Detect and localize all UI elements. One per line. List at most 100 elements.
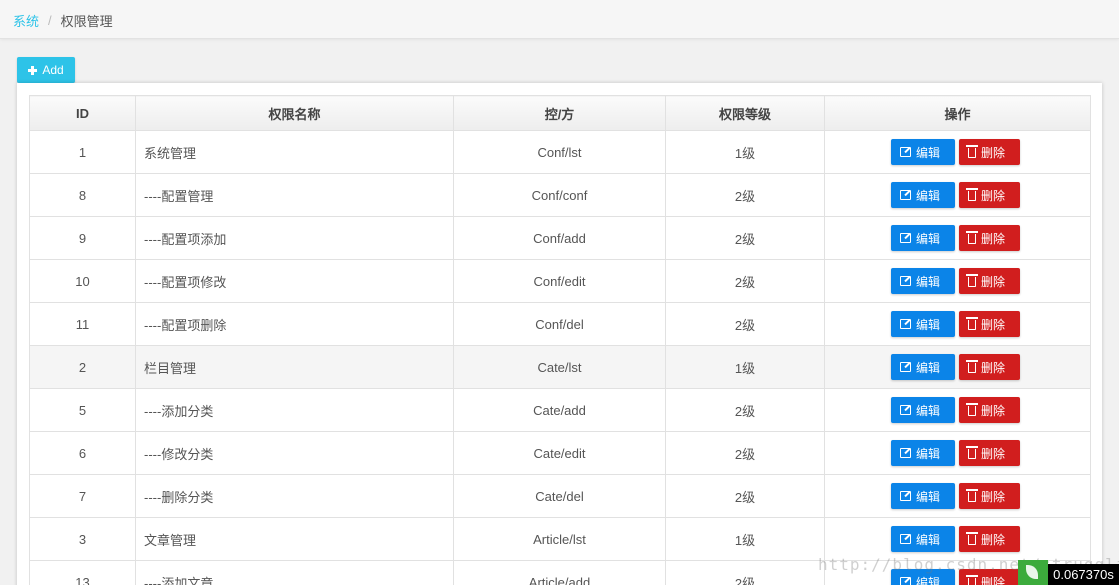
edit-button-label: 编辑 — [916, 446, 941, 461]
delete-button[interactable]: 删除 — [959, 182, 1020, 208]
column-header-level: 权限等级 — [665, 95, 825, 131]
edit-button[interactable]: 编辑 — [891, 440, 955, 466]
cell-name: 文章管理 — [135, 517, 454, 561]
cell-level: 2级 — [665, 388, 825, 432]
permission-panel: ID 权限名称 控/方 权限等级 操作 1 系统管理 Conf/lst 1级 编辑 删除 8… — [17, 83, 1102, 585]
delete-button[interactable]: 删除 — [959, 440, 1020, 466]
table-row: 10 ----配置项修改 Conf/edit 2级 编辑 删除 — [29, 259, 1091, 303]
edit-icon — [900, 534, 911, 544]
row-actions: 编辑 删除 — [821, 483, 1090, 509]
add-button-label: Add — [42, 63, 64, 77]
cell-actions: 编辑 删除 — [824, 173, 1091, 217]
cell-actions: 编辑 删除 — [824, 216, 1091, 260]
delete-button-label: 删除 — [981, 403, 1006, 418]
edit-icon — [900, 362, 911, 372]
row-actions: 编辑 删除 — [821, 440, 1090, 466]
delete-button-label: 删除 — [981, 231, 1006, 246]
trash-icon — [966, 446, 978, 459]
cell-actions: 编辑 删除 — [824, 431, 1091, 475]
edit-button-label: 编辑 — [916, 188, 941, 203]
breadcrumb: 系统 / 权限管理 — [13, 11, 113, 30]
cell-id: 6 — [29, 431, 136, 475]
cell-id: 11 — [29, 302, 136, 346]
row-actions: 编辑 删除 — [821, 397, 1090, 423]
edit-button[interactable]: 编辑 — [891, 225, 955, 251]
delete-button-label: 删除 — [981, 575, 1006, 585]
edit-icon — [900, 147, 911, 157]
cell-name: ----配置管理 — [135, 173, 454, 217]
row-actions: 编辑 删除 — [821, 354, 1090, 380]
cell-name: ----添加文章 — [135, 560, 454, 585]
trash-icon — [966, 360, 978, 373]
table-row: 8 ----配置管理 Conf/conf 2级 编辑 删除 — [29, 173, 1091, 217]
cell-level: 2级 — [665, 173, 825, 217]
cell-actions: 编辑 删除 — [824, 259, 1091, 303]
permission-table: ID 权限名称 控/方 权限等级 操作 1 系统管理 Conf/lst 1级 编辑 删除 8… — [29, 95, 1091, 585]
row-actions: 编辑 删除 — [821, 311, 1090, 337]
cell-route: Cate/edit — [453, 431, 666, 475]
delete-button-label: 删除 — [981, 188, 1006, 203]
table-row: 5 ----添加分类 Cate/add 2级 编辑 删除 — [29, 388, 1091, 432]
cell-actions: 编辑 删除 — [824, 474, 1091, 518]
trash-icon — [966, 231, 978, 244]
table-row: 6 ----修改分类 Cate/edit 2级 编辑 删除 — [29, 431, 1091, 475]
edit-button[interactable]: 编辑 — [891, 182, 955, 208]
edit-button[interactable]: 编辑 — [891, 311, 955, 337]
edit-button[interactable]: 编辑 — [891, 526, 955, 552]
trash-icon — [966, 274, 978, 287]
trash-icon — [966, 145, 978, 158]
edit-button[interactable]: 编辑 — [891, 139, 955, 165]
cell-route: Article/add — [453, 560, 666, 585]
cell-id: 10 — [29, 259, 136, 303]
column-header-route: 控/方 — [453, 95, 666, 131]
delete-button[interactable]: 删除 — [959, 397, 1020, 423]
edit-button[interactable]: 编辑 — [891, 483, 955, 509]
delete-button[interactable]: 删除 — [959, 483, 1020, 509]
delete-button[interactable]: 删除 — [959, 139, 1020, 165]
delete-button-label: 删除 — [981, 446, 1006, 461]
edit-button-label: 编辑 — [916, 489, 941, 504]
cell-id: 5 — [29, 388, 136, 432]
trash-icon — [966, 489, 978, 502]
trash-icon — [966, 532, 978, 545]
cell-route: Conf/edit — [453, 259, 666, 303]
table-row: 11 ----配置项删除 Conf/del 2级 编辑 删除 — [29, 302, 1091, 346]
table-body: 1 系统管理 Conf/lst 1级 编辑 删除 8 ----配置管理 Conf/conf 2级编… — [29, 130, 1091, 585]
edit-button-label: 编辑 — [916, 403, 941, 418]
delete-button-label: 删除 — [981, 532, 1006, 547]
edit-icon — [900, 276, 911, 286]
edit-button-label: 编辑 — [916, 317, 941, 332]
column-header-name: 权限名称 — [135, 95, 454, 131]
breadcrumb-separator: / — [48, 13, 52, 28]
delete-button[interactable]: 删除 — [959, 354, 1020, 380]
delete-button[interactable]: 删除 — [959, 311, 1020, 337]
breadcrumb-link-system[interactable]: 系统 — [13, 11, 39, 30]
delete-button[interactable]: 删除 — [959, 225, 1020, 251]
cell-actions: 编辑 删除 — [824, 302, 1091, 346]
edit-icon — [900, 577, 911, 585]
cell-name: ----删除分类 — [135, 474, 454, 518]
table-header-row: ID 权限名称 控/方 权限等级 操作 — [29, 95, 1091, 131]
cell-name: ----配置项添加 — [135, 216, 454, 260]
cell-level: 2级 — [665, 431, 825, 475]
app-logo-icon — [1018, 560, 1048, 585]
edit-button-label: 编辑 — [916, 274, 941, 289]
edit-button[interactable]: 编辑 — [891, 397, 955, 423]
cell-level: 2级 — [665, 216, 825, 260]
edit-button[interactable]: 编辑 — [891, 354, 955, 380]
cell-level: 2级 — [665, 302, 825, 346]
table-row: 9 ----配置项添加 Conf/add 2级 编辑 删除 — [29, 216, 1091, 260]
delete-button[interactable]: 删除 — [959, 268, 1020, 294]
delete-button[interactable]: 删除 — [959, 526, 1020, 552]
delete-button-label: 删除 — [981, 360, 1006, 375]
edit-button[interactable]: 编辑 — [891, 268, 955, 294]
plus-icon — [28, 65, 38, 75]
row-actions: 编辑 删除 — [821, 268, 1090, 294]
add-button[interactable]: Add — [17, 57, 75, 83]
cell-route: Cate/lst — [453, 345, 666, 389]
cell-route: Conf/conf — [453, 173, 666, 217]
cell-route: Article/lst — [453, 517, 666, 561]
trash-icon — [966, 575, 978, 585]
top-bar: 系统 / 权限管理 — [0, 0, 1119, 39]
cell-id: 13 — [29, 560, 136, 585]
